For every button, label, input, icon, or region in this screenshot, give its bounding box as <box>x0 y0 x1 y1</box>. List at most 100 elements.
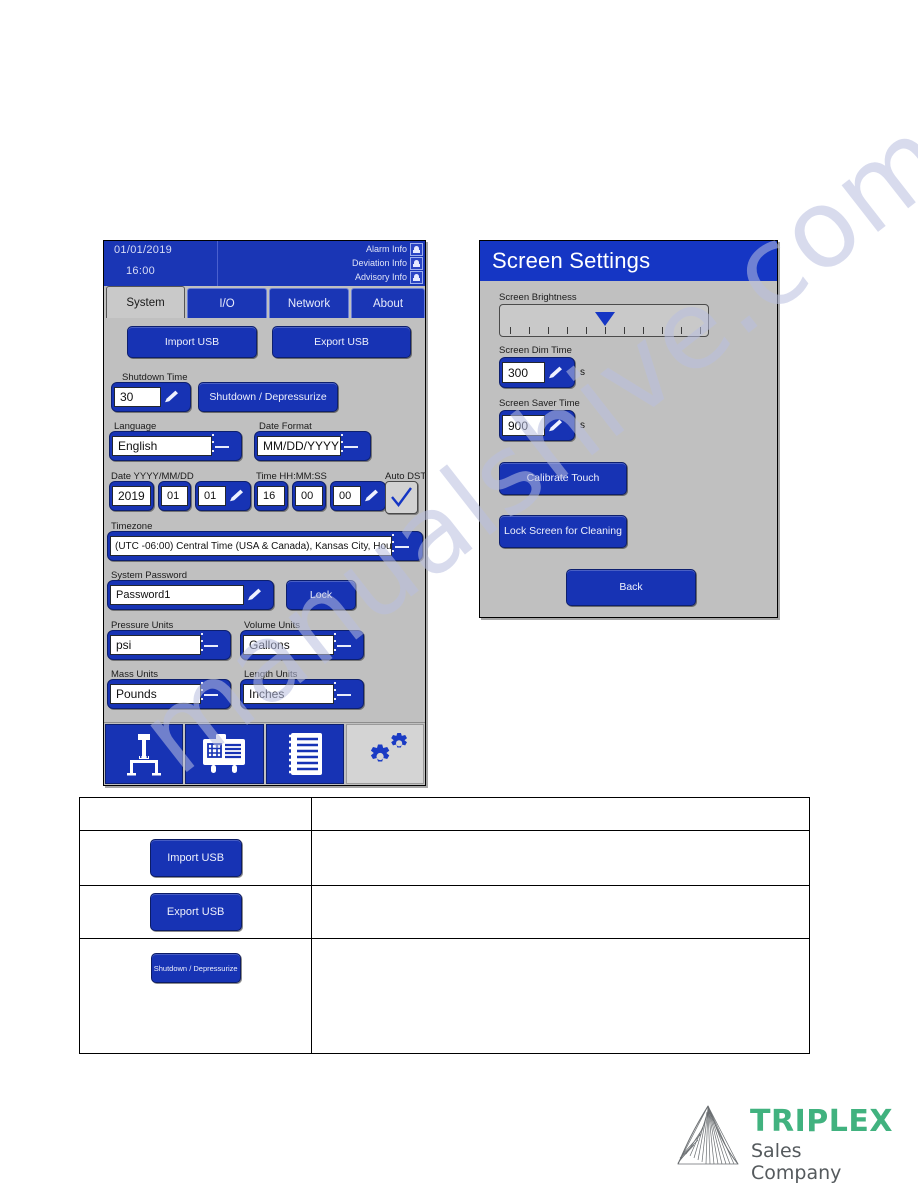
alarm-info-group: Alarm Info Deviation Info Advisory Info <box>293 242 423 284</box>
nav-logbook-button[interactable] <box>265 724 344 784</box>
timezone-field[interactable]: (UTC -06:00) Central Time (USA & Canada)… <box>107 531 423 561</box>
logo-wordmark: TRIPLEX <box>750 1104 893 1139</box>
length-units-field[interactable]: Inches <box>240 679 364 709</box>
alarm-info-label: Alarm Info <box>365 244 407 254</box>
language-value[interactable]: English <box>112 436 212 456</box>
auto-dst-checkbox[interactable] <box>385 481 418 514</box>
machine-icon <box>127 734 162 776</box>
time-hour-field[interactable]: 16 <box>254 481 288 511</box>
table-header-row <box>78 797 810 831</box>
header-divider <box>217 241 218 286</box>
logbook-icon <box>288 733 322 775</box>
time-hour-value[interactable]: 16 <box>257 486 285 506</box>
pressure-units-value[interactable]: psi <box>110 635 201 655</box>
time-minute-value[interactable]: 00 <box>295 486 323 506</box>
date-year-field[interactable]: 2019 <box>109 481 154 511</box>
table-cell-button: Export USB <box>78 885 313 939</box>
password-edit-pencil-icon[interactable] <box>244 583 266 607</box>
edit-pencil-icon[interactable] <box>161 385 183 409</box>
header-date: 01/01/2019 <box>114 244 173 256</box>
pressure-units-dropdown-icon[interactable] <box>201 633 221 657</box>
pressure-units-field[interactable]: psi <box>107 630 231 660</box>
nav-settings-button[interactable] <box>345 724 424 784</box>
bottom-navigation-bar <box>104 722 425 785</box>
deviation-info-row[interactable]: Deviation Info <box>293 256 423 270</box>
date-month-value[interactable]: 01 <box>161 486 188 506</box>
nav-machine-button[interactable] <box>105 724 184 784</box>
date-edit-pencil-icon[interactable] <box>226 484 248 508</box>
language-field[interactable]: English <box>109 431 242 461</box>
date-day-value[interactable]: 01 <box>198 486 226 506</box>
calibrate-touch-button[interactable]: Calibrate Touch <box>499 462 627 495</box>
date-format-field[interactable]: MM/DD/YYYY <box>254 431 371 461</box>
screen-dim-time-value[interactable]: 300 <box>502 362 545 383</box>
batch-report-icon <box>203 734 246 773</box>
deviation-info-label: Deviation Info <box>351 258 407 268</box>
nav-batch-report-button[interactable] <box>185 724 264 784</box>
date-day-field[interactable]: 01 <box>195 481 251 511</box>
export-usb-button[interactable]: Export USB <box>272 326 411 358</box>
shutdown-time-value[interactable]: 30 <box>114 387 161 407</box>
lock-button[interactable]: Lock <box>286 580 356 610</box>
alarm-info-row[interactable]: Alarm Info <box>293 242 423 256</box>
advisory-info-row[interactable]: Advisory Info <box>293 270 423 284</box>
screen-saver-time-unit: s <box>580 420 585 431</box>
alarm-bell-icon[interactable] <box>410 242 423 256</box>
timezone-dropdown-icon[interactable] <box>392 534 412 558</box>
timezone-value[interactable]: (UTC -06:00) Central Time (USA & Canada)… <box>110 536 392 556</box>
tab-about[interactable]: About <box>351 288 425 318</box>
mass-units-value[interactable]: Pounds <box>110 684 201 704</box>
length-units-value[interactable]: Inches <box>243 684 334 704</box>
volume-units-field[interactable]: Gallons <box>240 630 364 660</box>
table-export-usb-button[interactable]: Export USB <box>149 893 242 931</box>
advisory-bell-icon[interactable] <box>410 270 423 284</box>
date-month-field[interactable]: 01 <box>158 481 191 511</box>
hmi-status-header: 01/01/2019 16:00 Alarm Info Deviation In… <box>104 241 425 286</box>
lock-screen-cleaning-button[interactable]: Lock Screen for Cleaning <box>499 515 627 548</box>
date-format-dropdown-icon[interactable] <box>341 434 361 458</box>
tab-io[interactable]: I/O <box>187 288 267 318</box>
system-password-field[interactable]: Password1 <box>107 580 274 610</box>
volume-units-dropdown-icon[interactable] <box>334 633 354 657</box>
screen-settings-title: Screen Settings <box>492 248 651 273</box>
date-year-value[interactable]: 2019 <box>112 486 151 506</box>
screen-brightness-slider[interactable] <box>499 304 709 337</box>
button-description-table: Import USB Export USB Shutdown / Depress… <box>78 797 810 1054</box>
mass-units-dropdown-icon[interactable] <box>201 682 221 706</box>
screen-dim-time-unit: s <box>580 367 585 378</box>
shutdown-time-field[interactable]: 30 <box>111 382 191 412</box>
table-header-cell-button <box>78 797 313 831</box>
screen-saver-time-field[interactable]: 900 <box>499 410 575 441</box>
date-format-value[interactable]: MM/DD/YYYY <box>257 436 341 456</box>
mass-units-field[interactable]: Pounds <box>107 679 231 709</box>
back-button[interactable]: Back <box>566 569 696 606</box>
time-edit-pencil-icon[interactable] <box>361 484 383 508</box>
tab-system[interactable]: System <box>106 286 185 318</box>
table-import-usb-button[interactable]: Import USB <box>149 839 242 877</box>
import-usb-button[interactable]: Import USB <box>127 326 257 358</box>
shutdown-depressurize-button[interactable]: Shutdown / Depressurize <box>198 382 338 412</box>
saver-time-edit-pencil-icon[interactable] <box>545 413 567 438</box>
table-row: Export USB <box>78 885 810 939</box>
deviation-bell-icon[interactable] <box>410 256 423 270</box>
volume-units-value[interactable]: Gallons <box>243 635 334 655</box>
brightness-tick-marks <box>500 326 708 334</box>
screen-settings-titlebar: Screen Settings <box>480 241 777 281</box>
time-second-field[interactable]: 00 <box>330 481 386 511</box>
advisory-info-label: Advisory Info <box>354 272 407 282</box>
system-password-value[interactable]: Password1 <box>110 585 244 605</box>
table-row: Shutdown / Depressurize <box>78 938 810 1054</box>
table-shutdown-depressurize-button[interactable]: Shutdown / Depressurize <box>150 953 241 983</box>
header-time: 16:00 <box>126 265 156 277</box>
screen-dim-time-label: Screen Dim Time <box>499 345 572 356</box>
time-second-value[interactable]: 00 <box>333 486 361 506</box>
brightness-slider-thumb[interactable] <box>595 312 615 326</box>
table-cell-button: Shutdown / Depressurize <box>78 938 313 1054</box>
time-minute-field[interactable]: 00 <box>292 481 326 511</box>
screen-saver-time-value[interactable]: 900 <box>502 415 545 436</box>
screen-dim-time-field[interactable]: 300 <box>499 357 575 388</box>
tab-network[interactable]: Network <box>269 288 349 318</box>
dim-time-edit-pencil-icon[interactable] <box>545 360 567 385</box>
language-dropdown-icon[interactable] <box>212 434 232 458</box>
length-units-dropdown-icon[interactable] <box>334 682 354 706</box>
